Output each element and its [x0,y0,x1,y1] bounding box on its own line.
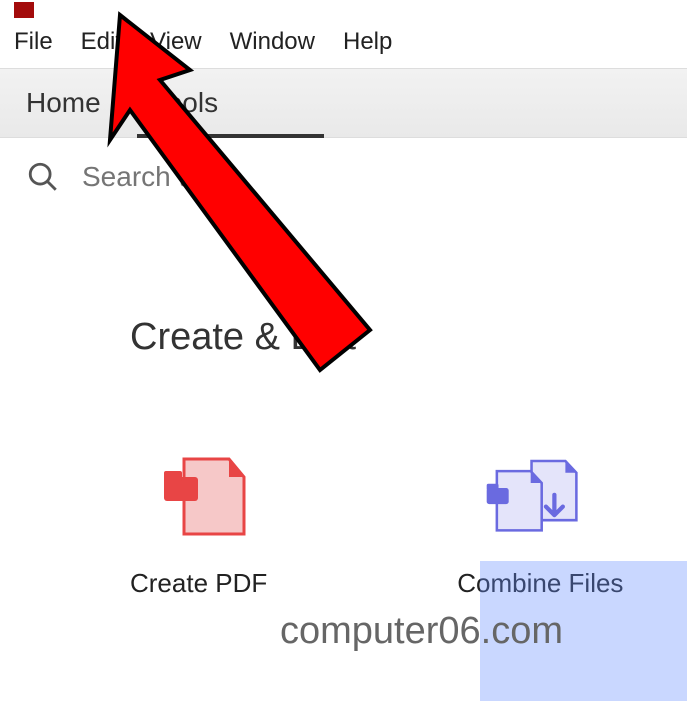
menu-bar: File Edit View Window Help [0,18,687,68]
menu-help[interactable]: Help [343,28,392,56]
menu-window[interactable]: Window [230,28,315,56]
title-bar: Adobe Acrobat Pro DC [0,0,687,18]
search-row [0,138,687,216]
menu-file[interactable]: File [14,28,53,56]
combine-files-icon [485,449,595,544]
tab-home[interactable]: Home [0,69,127,137]
app-icon [14,2,34,18]
create-pdf-icon [144,449,254,544]
content-area: Create & Edit Create PDF Combine Files [0,216,687,599]
search-input[interactable] [82,161,382,193]
tab-bar: Home Tools [0,68,687,138]
search-icon [26,160,60,194]
app-title: Adobe Acrobat Pro DC [42,0,305,4]
watermark-highlight [480,561,687,701]
menu-view[interactable]: View [150,28,202,56]
section-title: Create & Edit [130,316,687,359]
menu-edit[interactable]: Edit [81,28,122,56]
tool-create-pdf-label: Create PDF [130,568,267,599]
tab-tools[interactable]: Tools [127,69,244,137]
tool-create-pdf[interactable]: Create PDF [130,449,267,599]
